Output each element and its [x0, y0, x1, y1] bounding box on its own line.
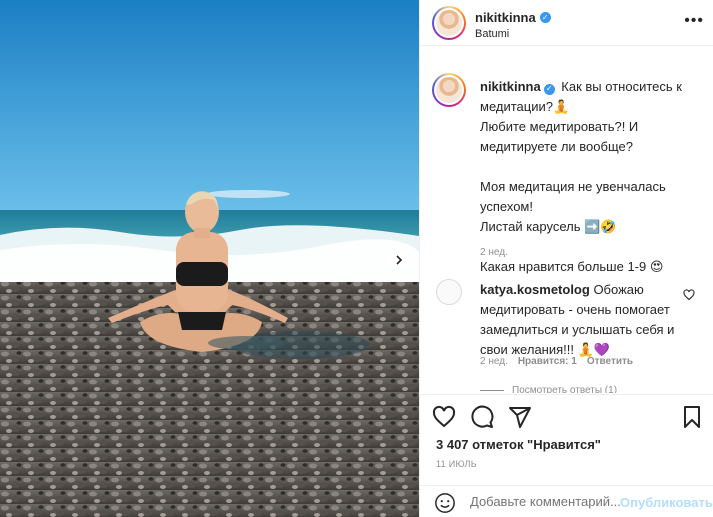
comment-time[interactable]: 2 нед.	[480, 356, 508, 367]
avatar[interactable]	[432, 6, 466, 40]
caption-username[interactable]: nikitkinna	[480, 79, 541, 94]
comment-meta: 2 нед. Нравится: 1 Ответить	[480, 356, 633, 367]
post-details-panel: nikitkinna ✓ Batumi ••• nikitkinna ✓ Как …	[419, 0, 713, 517]
caption-time[interactable]: 2 нед.	[480, 247, 508, 258]
add-comment-bar: Опубликовать	[420, 485, 713, 517]
caption-text: nikitkinna ✓ Как вы относитесь к медитаци…	[480, 77, 700, 277]
reply-button[interactable]: Ответить	[587, 356, 633, 367]
comment-input[interactable]	[470, 494, 620, 509]
post-actions: 3 407 отметок "Нравится" 11 ИЮЛЬ Опублик…	[420, 394, 713, 517]
comment-likes[interactable]: Нравится: 1	[518, 356, 577, 367]
ellipsis-icon[interactable]: •••	[684, 12, 704, 30]
post-photo[interactable]	[0, 0, 419, 517]
comment-like-heart-icon[interactable]	[683, 288, 695, 306]
comments-section: nikitkinna ✓ Как вы относитесь к медитаци…	[420, 47, 713, 393]
share-icon[interactable]	[508, 405, 532, 429]
heart-icon[interactable]	[432, 405, 456, 429]
likes-count[interactable]: 3 407 отметок "Нравится"	[436, 437, 601, 452]
publish-button[interactable]: Опубликовать	[620, 495, 713, 510]
view-replies[interactable]: Посмотреть ответы (1)	[480, 385, 617, 393]
location-link[interactable]: Batumi	[475, 28, 509, 40]
post-header: nikitkinna ✓ Batumi •••	[420, 0, 713, 46]
caption-body: Как вы относитесь к медитации?🧘 Любите м…	[480, 79, 682, 274]
verified-badge-icon: ✓	[543, 83, 555, 95]
header-username[interactable]: nikitkinna ✓	[475, 10, 551, 25]
chevron-right-icon	[396, 255, 403, 265]
bookmark-icon[interactable]	[680, 405, 704, 429]
carousel-next-button[interactable]	[388, 249, 410, 271]
beach-meditation-image	[0, 0, 419, 517]
verified-badge-icon: ✓	[539, 12, 551, 23]
caption-avatar[interactable]	[432, 73, 466, 107]
view-replies-label[interactable]: Посмотреть ответы (1)	[512, 385, 617, 393]
post-date[interactable]: 11 ИЮЛЬ	[436, 459, 477, 469]
comment-icon[interactable]	[470, 405, 494, 429]
divider-line	[480, 390, 504, 391]
emoji-smile-icon[interactable]	[434, 492, 456, 514]
comment-username[interactable]: katya.kosmetolog	[480, 282, 590, 297]
comment-text: katya.kosmetolog Обожаю медитировать - о…	[480, 280, 676, 360]
username-text[interactable]: nikitkinna	[475, 10, 536, 25]
comment-avatar[interactable]	[436, 279, 462, 305]
